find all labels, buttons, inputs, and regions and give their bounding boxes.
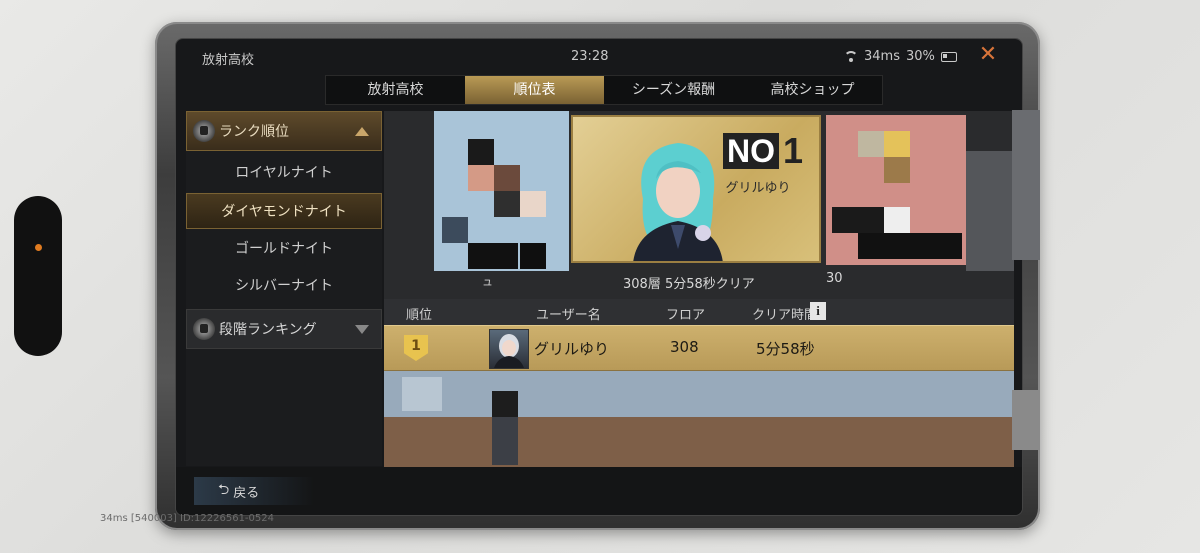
tab-school[interactable]: 放射高校 <box>326 76 465 104</box>
no-number: 1 <box>783 130 804 171</box>
third-place-info: 30 <box>826 271 843 286</box>
avatar <box>489 329 529 369</box>
avatar-portrait <box>494 334 524 368</box>
row-user-name: グリルゆり <box>534 340 610 358</box>
tab-ranking[interactable]: 順位表 <box>465 76 604 104</box>
sidebar-header-stage[interactable]: 段階ランキング <box>186 309 382 349</box>
sidebar-header-rank[interactable]: ランク順位 <box>186 111 382 151</box>
mosaic-block <box>858 233 962 259</box>
mosaic-block <box>468 243 518 269</box>
sidebar-item-silver-knight[interactable]: シルバーナイト <box>186 268 382 304</box>
tab-school-shop[interactable]: 高校ショップ <box>743 76 882 104</box>
sidebar-item-diamond-knight[interactable]: ダイヤモンドナイト <box>186 193 382 229</box>
mosaic-block <box>494 165 520 191</box>
mosaic-block <box>520 191 546 217</box>
mosaic-block <box>494 191 520 217</box>
mosaic-block <box>468 139 494 165</box>
mosaic-block <box>966 151 1014 271</box>
mosaic-block <box>520 243 546 269</box>
mosaic-block <box>492 417 518 465</box>
status-bar: 放射高校 23:28 34ms 30% ✕ <box>176 39 1022 75</box>
camera-dot-icon <box>35 244 42 251</box>
debug-info: 34ms [540003] ID:12226561-0524 <box>100 513 274 524</box>
mosaic-block <box>884 131 910 157</box>
battery-icon <box>940 51 957 62</box>
no-text: NO <box>723 133 779 169</box>
status-right: 34ms 30% <box>844 49 957 64</box>
back-button[interactable]: ⮌ 戻る <box>194 477 314 505</box>
mosaic-block <box>468 165 494 191</box>
mosaic-block <box>1012 390 1038 450</box>
mosaic-block <box>1012 110 1040 260</box>
header-clear-time: クリア時間 <box>752 308 818 323</box>
table-row-mosaic <box>384 371 1014 417</box>
sidebar-item-gold-knight[interactable]: ゴールドナイト <box>186 231 382 267</box>
second-place-info: ュ <box>482 275 493 288</box>
emblem-icon <box>193 120 215 142</box>
tab-season-rewards[interactable]: シーズン報酬 <box>604 76 743 104</box>
status-school-label: 放射高校 <box>202 53 255 68</box>
mosaic-block <box>442 217 468 243</box>
emblem-icon <box>193 318 215 340</box>
status-battery: 30% <box>905 49 935 64</box>
first-place-name: グリルゆり <box>725 181 791 196</box>
rank-no1-label: NO 1 <box>723 133 803 169</box>
close-icon[interactable]: ✕ <box>976 43 1000 67</box>
header-floor: フロア <box>666 308 706 323</box>
top-ranking-banner: NO 1 グリルゆり ュ 308層 5分58秒クリア 30 <box>384 111 1014 299</box>
mosaic-block <box>402 377 442 411</box>
header-user: ユーザー名 <box>536 308 601 323</box>
back-label: 戻る <box>233 485 260 501</box>
mosaic-block <box>858 131 884 157</box>
wifi-icon <box>844 51 858 62</box>
status-latency: 34ms <box>864 49 900 64</box>
sidebar: ランク順位 ロイヤルナイト ダイヤモンドナイト ゴールドナイト シルバーナイト … <box>186 111 382 466</box>
mosaic-block <box>884 207 910 233</box>
table-row-mosaic <box>384 417 1014 467</box>
sidebar-item-royal-knight[interactable]: ロイヤルナイト <box>186 155 382 191</box>
first-place-clear-info: 308層 5分58秒クリア <box>623 277 755 292</box>
tab-bar: 放射高校 順位表 シーズン報酬 高校ショップ <box>325 75 883 105</box>
mosaic-block <box>492 391 518 417</box>
row-floor: 308 <box>670 338 699 356</box>
expand-arrow-icon <box>355 324 369 334</box>
table-row[interactable]: 1 グリルゆり 308 5分58秒 <box>384 325 1014 371</box>
game-screen: 放射高校 23:28 34ms 30% ✕ 放射高校 順位表 シーズン報酬 高校… <box>175 38 1023 516</box>
info-icon[interactable]: i <box>810 302 826 320</box>
sidebar-header-label: ランク順位 <box>219 124 289 140</box>
first-place-card[interactable]: NO 1 グリルゆり <box>571 115 821 263</box>
mosaic-block <box>832 207 884 233</box>
sidebar-stage-label: 段階ランキング <box>219 322 317 338</box>
ranking-table-header: 順位 ユーザー名 フロア クリア時間 i <box>384 299 1014 325</box>
phone-camera-notch <box>14 196 62 356</box>
rank-badge-icon: 1 <box>404 335 428 361</box>
header-rank: 順位 <box>406 308 433 323</box>
collapse-arrow-icon <box>355 126 369 136</box>
status-time: 23:28 <box>571 49 609 64</box>
back-arrow-icon: ⮌ <box>218 482 230 498</box>
row-clear-time: 5分58秒 <box>756 340 815 358</box>
mosaic-block <box>884 157 910 183</box>
